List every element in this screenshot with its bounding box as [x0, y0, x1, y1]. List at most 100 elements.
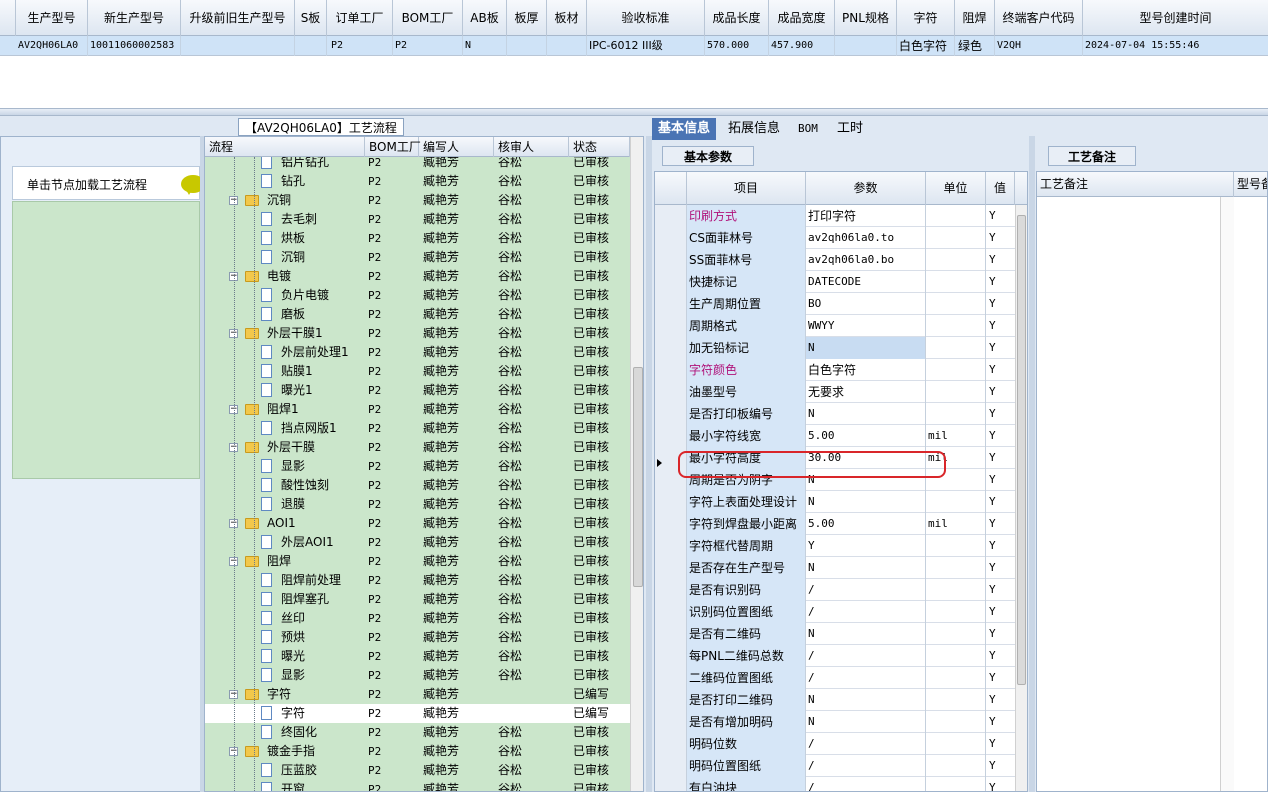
tree-row[interactable]: − 字符 P2 臧艳芳 已编写	[205, 685, 630, 704]
col-header-length[interactable]: 成品长度	[705, 0, 769, 36]
param-row[interactable]: CS面菲林号 av2qh06la0.to Y	[655, 227, 1015, 249]
param-row[interactable]: 二维码位置图纸 / Y	[655, 667, 1015, 689]
tree-row[interactable]: 挡点网版1 P2 臧艳芳 谷松 已审核	[205, 419, 630, 438]
param-flag[interactable]: Y	[986, 557, 1015, 579]
middle-vertical-splitter[interactable]	[646, 136, 652, 792]
param-flag[interactable]: Y	[986, 777, 1015, 791]
param-flag[interactable]: Y	[986, 403, 1015, 425]
tree-row[interactable]: 压蓝胶 P2 臧艳芳 谷松 已审核	[205, 761, 630, 780]
param-flag[interactable]: Y	[986, 601, 1015, 623]
col-header-thickness[interactable]: 板厚	[507, 0, 547, 36]
param-row[interactable]: 是否有增加明码 N Y	[655, 711, 1015, 733]
col-header-created[interactable]: 型号创建时间	[1083, 0, 1268, 36]
tab-extended-info[interactable]: 拓展信息	[722, 118, 786, 140]
tree-row[interactable]: 曝光 P2 臧艳芳 谷松 已审核	[205, 647, 630, 666]
col-header-width[interactable]: 成品宽度	[769, 0, 835, 36]
param-value[interactable]: WWYY	[806, 315, 926, 337]
param-value[interactable]: /	[806, 579, 926, 601]
basic-params-title[interactable]: 基本参数	[662, 146, 754, 166]
cell-char[interactable]: 白色字符	[897, 36, 955, 56]
param-row[interactable]: 生产周期位置 BO Y	[655, 293, 1015, 315]
cell-created[interactable]: 2024-07-04 15:55:46	[1083, 36, 1268, 56]
col-header-s-board[interactable]: S板	[295, 0, 327, 36]
param-flag[interactable]: Y	[986, 623, 1015, 645]
param-value[interactable]: 5.00	[806, 513, 926, 535]
tree-row[interactable]: 阻焊塞孔 P2 臧艳芳 谷松 已审核	[205, 590, 630, 609]
param-row[interactable]: 字符到焊盘最小距离 5.00 mil Y	[655, 513, 1015, 535]
flow-col-status[interactable]: 状态	[569, 137, 630, 157]
row-selector[interactable]	[655, 733, 687, 755]
param-value[interactable]: Y	[806, 535, 926, 557]
param-row[interactable]: 是否有识别码 / Y	[655, 579, 1015, 601]
tree-row[interactable]: 外层前处理1 P2 臧艳芳 谷松 已审核	[205, 343, 630, 362]
param-row[interactable]: 最小字符线宽 5.00 mil Y	[655, 425, 1015, 447]
col-header-solder[interactable]: 阻焊	[955, 0, 995, 36]
param-value[interactable]: N	[806, 337, 926, 359]
horizontal-splitter[interactable]	[0, 108, 1268, 116]
flow-scrollbar[interactable]	[630, 137, 643, 791]
row-selector[interactable]	[655, 315, 687, 337]
param-flag[interactable]: Y	[986, 425, 1015, 447]
param-row[interactable]: 字符上表面处理设计 N Y	[655, 491, 1015, 513]
tree-row[interactable]: 沉铜 P2 臧艳芳 谷松 已审核	[205, 248, 630, 267]
param-flag[interactable]: Y	[986, 359, 1015, 381]
flow-scroll-thumb[interactable]	[633, 367, 643, 587]
cell-s-board[interactable]	[295, 36, 327, 56]
tree-row[interactable]: − 电镀 P2 臧艳芳 谷松 已审核	[205, 267, 630, 286]
tree-row[interactable]: − 镀金手指 P2 臧艳芳 谷松 已审核	[205, 742, 630, 761]
row-selector[interactable]	[655, 711, 687, 733]
row-selector[interactable]	[655, 755, 687, 777]
param-row[interactable]: 是否有二维码 N Y	[655, 623, 1015, 645]
col-header-pnl[interactable]: PNL规格	[835, 0, 897, 36]
col-header-ab-board[interactable]: AB板	[463, 0, 507, 36]
flow-col-process[interactable]: 流程	[205, 137, 365, 157]
row-selector[interactable]	[655, 645, 687, 667]
param-row[interactable]: 字符颜色 白色字符 Y	[655, 359, 1015, 381]
param-value[interactable]: N	[806, 403, 926, 425]
col-header-customer-code[interactable]: 终端客户代码	[995, 0, 1083, 36]
row-selector[interactable]	[655, 227, 687, 249]
flow-col-bom[interactable]: BOM工厂	[365, 137, 421, 157]
row-selector[interactable]	[655, 271, 687, 293]
row-selector[interactable]	[655, 667, 687, 689]
tree-row[interactable]: 去毛刺 P2 臧艳芳 谷松 已审核	[205, 210, 630, 229]
param-flag[interactable]: Y	[986, 227, 1015, 249]
tab-worktime[interactable]: 工时	[831, 118, 869, 140]
tree-row[interactable]: 显影 P2 臧艳芳 谷松 已审核	[205, 457, 630, 476]
param-flag[interactable]: Y	[986, 205, 1015, 227]
param-flag[interactable]: Y	[986, 711, 1015, 733]
param-row[interactable]: 加无铅标记 N Y	[655, 337, 1015, 359]
param-flag[interactable]: Y	[986, 755, 1015, 777]
param-flag[interactable]: Y	[986, 645, 1015, 667]
tree-row[interactable]: 字符 P2 臧艳芳 已编写	[205, 704, 630, 723]
param-value[interactable]: /	[806, 601, 926, 623]
param-row[interactable]: 字符框代替周期 Y Y	[655, 535, 1015, 557]
row-selector[interactable]	[655, 403, 687, 425]
param-value[interactable]: /	[806, 755, 926, 777]
load-flow-hint[interactable]: 单击节点加载工艺流程	[12, 166, 205, 200]
col-header-bom-factory[interactable]: BOM工厂	[393, 0, 463, 36]
param-flag[interactable]: Y	[986, 535, 1015, 557]
params-col-value[interactable]: 值	[986, 172, 1015, 205]
tree-row[interactable]: 开窗 P2 臧艳芳 谷松 已审核	[205, 780, 630, 791]
tree-row[interactable]: 曝光1 P2 臧艳芳 谷松 已审核	[205, 381, 630, 400]
cell-solder[interactable]: 绿色	[955, 36, 995, 56]
cell-width[interactable]: 457.900	[769, 36, 835, 56]
param-value[interactable]: /	[806, 645, 926, 667]
tree-row[interactable]: 终固化 P2 臧艳芳 谷松 已审核	[205, 723, 630, 742]
tree-row[interactable]: − 阻焊 P2 臧艳芳 谷松 已审核	[205, 552, 630, 571]
tree-row[interactable]: 预烘 P2 臧艳芳 谷松 已审核	[205, 628, 630, 647]
param-flag[interactable]: Y	[986, 315, 1015, 337]
param-value[interactable]: N	[806, 711, 926, 733]
cell-material[interactable]	[547, 36, 587, 56]
param-value[interactable]: /	[806, 667, 926, 689]
param-row[interactable]: 每PNL二维码总数 / Y	[655, 645, 1015, 667]
cell-bom-factory[interactable]: P2	[393, 36, 463, 56]
row-selector[interactable]	[655, 513, 687, 535]
param-row[interactable]: 周期格式 WWYY Y	[655, 315, 1015, 337]
tree-row[interactable]: 磨板 P2 臧艳芳 谷松 已审核	[205, 305, 630, 324]
row-selector[interactable]	[655, 601, 687, 623]
tree-row[interactable]: − 外层干膜 P2 臧艳芳 谷松 已审核	[205, 438, 630, 457]
row-selector[interactable]	[655, 579, 687, 601]
tree-row[interactable]: 钻孔 P2 臧艳芳 谷松 已审核	[205, 172, 630, 191]
